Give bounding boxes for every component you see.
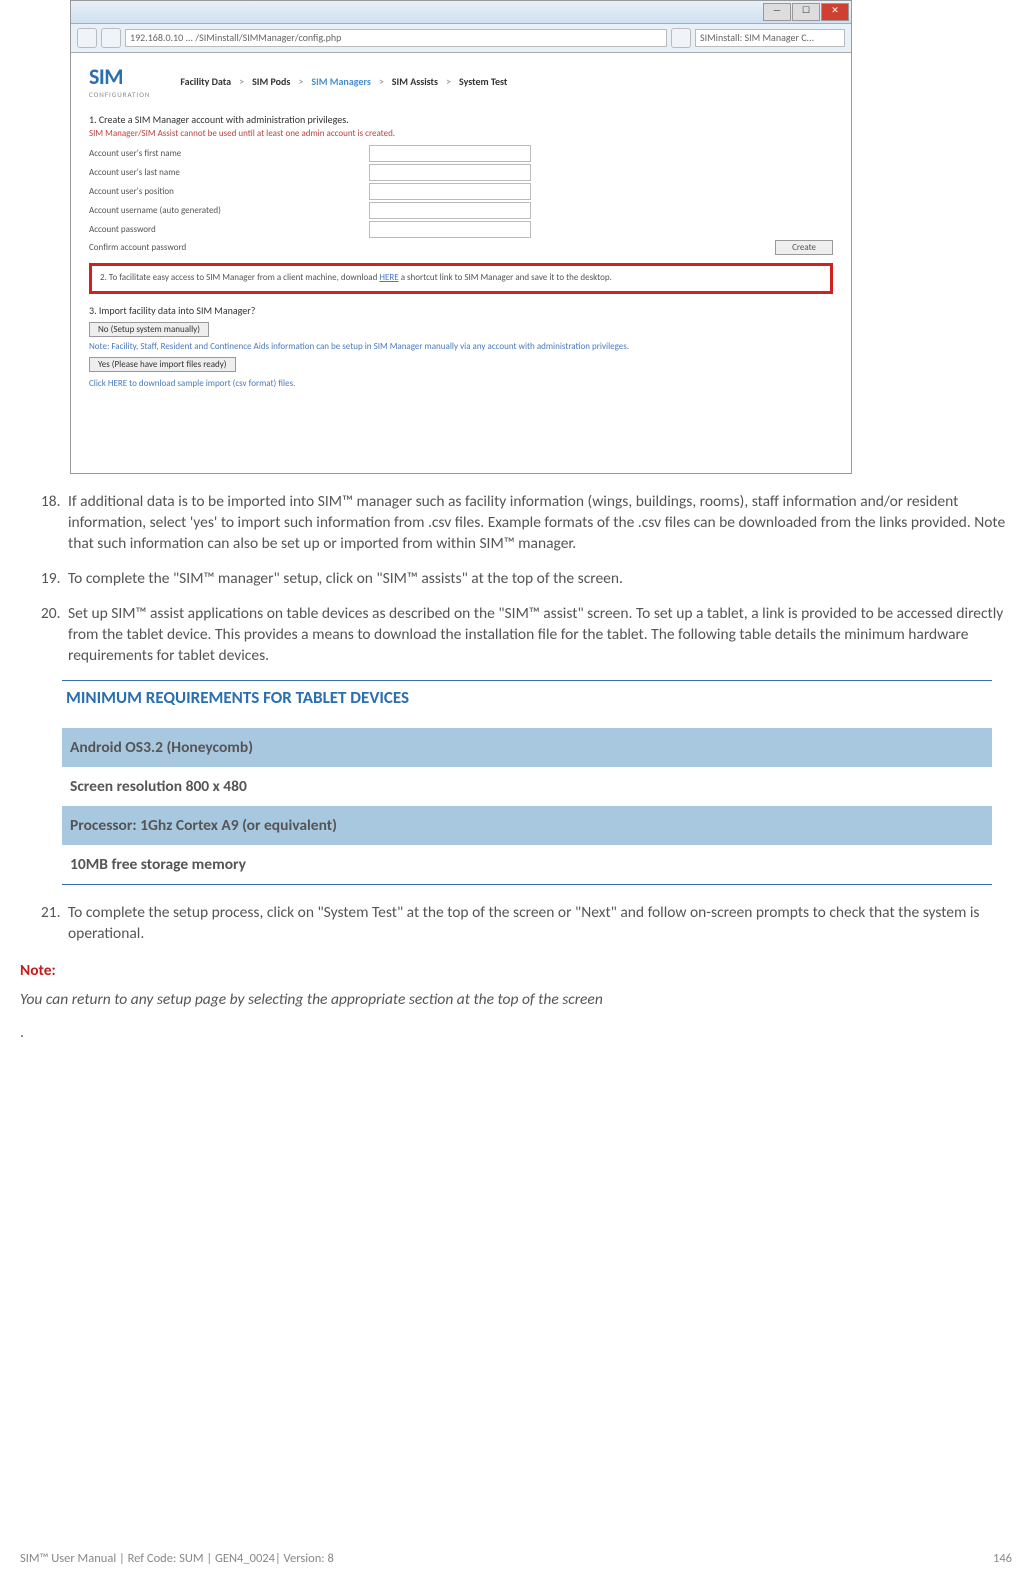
tab-label[interactable]: SIMinstall: SIM Manager C... xyxy=(695,29,845,47)
table-row: Processor: 1Ghz Cortex A9 (or equivalent… xyxy=(62,806,992,845)
nav-facility-data[interactable]: Facility Data xyxy=(180,75,231,88)
firstname-input[interactable] xyxy=(369,145,531,162)
field-label: Account user's last name xyxy=(89,167,369,178)
embedded-screenshot: — ☐ ✕ 192.168.0.10 ... /SIMinstall/SIMMa… xyxy=(70,0,852,474)
period: . xyxy=(20,1023,1012,1042)
table-row: 10MB free storage memory xyxy=(62,845,992,884)
minimize-button[interactable]: — xyxy=(763,3,791,21)
field-label: Account user's position xyxy=(89,186,369,197)
note-text: You can return to any setup page by sele… xyxy=(20,990,1012,1009)
download-sample-link[interactable]: Click HERE to download sample import (cs… xyxy=(89,378,833,389)
nav-breadcrumb: Facility Data> SIM Pods> SIM Managers> S… xyxy=(180,75,507,88)
password-input[interactable] xyxy=(369,221,531,238)
step1-title: 1. Create a SIM Manager account with adm… xyxy=(89,113,833,126)
forward-button[interactable] xyxy=(101,28,121,48)
nav-system-test[interactable]: System Test xyxy=(459,75,507,88)
nav-sim-pods[interactable]: SIM Pods xyxy=(252,75,290,88)
nav-sim-managers[interactable]: SIM Managers xyxy=(311,75,370,88)
note-label: Note: xyxy=(20,961,1012,980)
refresh-button[interactable] xyxy=(671,28,691,48)
list-item: To complete the setup process, click on … xyxy=(64,903,1012,945)
app-logo: SIM CONFIGURATION xyxy=(89,63,150,99)
field-label: Account password xyxy=(89,224,369,235)
field-label: Account user's first name xyxy=(89,148,369,159)
step3-title: 3. Import facility data into SIM Manager… xyxy=(89,304,833,317)
close-button[interactable]: ✕ xyxy=(821,3,849,21)
confirm-password-label: Confirm account password xyxy=(89,242,186,253)
field-label: Account username (auto generated) xyxy=(89,205,369,216)
step3-note: Note: Facility, Staff, Resident and Cont… xyxy=(89,341,833,352)
download-link[interactable]: HERE xyxy=(379,272,398,283)
username-input[interactable] xyxy=(369,202,531,219)
list-item: Set up SIM™ assist applications on table… xyxy=(64,604,1012,667)
table-row: Android OS3.2 (Honeycomb) xyxy=(62,728,992,767)
nav-sim-assists[interactable]: SIM Assists xyxy=(392,75,438,88)
list-item: To complete the "SIM™ manager" setup, cl… xyxy=(64,569,1012,590)
page-number: 146 xyxy=(993,1551,1012,1566)
no-button[interactable]: No (Setup system manually) xyxy=(89,322,209,337)
page-footer: SIM™ User Manual | Ref Code: SUM | GEN4_… xyxy=(20,1551,1012,1566)
step1-warning: SIM Manager/SIM Assist cannot be used un… xyxy=(89,128,833,139)
step2-highlight: 2. To facilitate easy access to SIM Mana… xyxy=(89,263,833,294)
requirements-table: MINIMUM REQUIREMENTS FOR TABLET DEVICES … xyxy=(62,680,992,885)
list-item: If additional data is to be imported int… xyxy=(64,492,1012,555)
address-bar: 192.168.0.10 ... /SIMinstall/SIMManager/… xyxy=(71,24,851,53)
url-field[interactable]: 192.168.0.10 ... /SIMinstall/SIMManager/… xyxy=(125,29,667,47)
requirements-title: MINIMUM REQUIREMENTS FOR TABLET DEVICES xyxy=(62,681,992,728)
position-input[interactable] xyxy=(369,183,531,200)
create-button[interactable]: Create xyxy=(775,240,833,255)
lastname-input[interactable] xyxy=(369,164,531,181)
instruction-list: If additional data is to be imported int… xyxy=(20,492,1012,666)
window-titlebar: — ☐ ✕ xyxy=(71,1,851,24)
maximize-button[interactable]: ☐ xyxy=(792,3,820,21)
instruction-list: To complete the setup process, click on … xyxy=(20,903,1012,945)
footer-left: SIM™ User Manual | Ref Code: SUM | GEN4_… xyxy=(20,1551,334,1566)
back-button[interactable] xyxy=(77,28,97,48)
table-row: Screen resolution 800 x 480 xyxy=(62,767,992,806)
yes-button[interactable]: Yes (Please have import files ready) xyxy=(89,357,236,372)
